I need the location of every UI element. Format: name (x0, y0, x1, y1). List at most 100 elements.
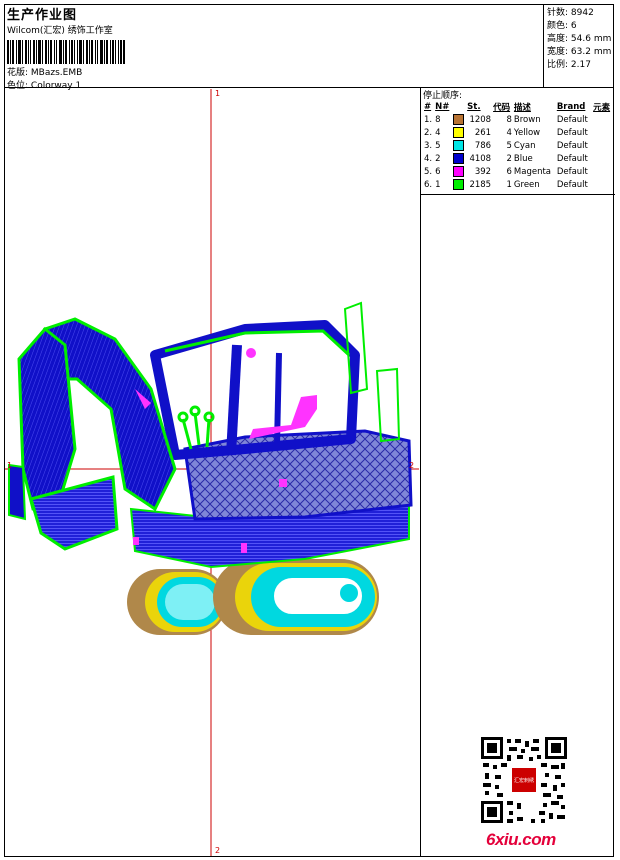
col-header-needle: N# (435, 101, 450, 112)
color-stop-table: # N# St. 代码 描述 Brand 元素 1. 8 1208 8 Brown Def… (423, 100, 613, 191)
site-watermark: 6xiu.com (486, 830, 556, 849)
stat-label: 颜色: (547, 21, 569, 31)
row-needle: 8 (435, 114, 441, 125)
row-description: Blue (513, 153, 533, 164)
stat-value: 8942 (570, 8, 594, 18)
row-code: 6 (506, 166, 512, 177)
row-index: 1. (424, 114, 433, 125)
stat-label: 比例: (547, 60, 569, 70)
design-value: MBazs.EMB (30, 68, 83, 78)
stat-width: 宽度: 63.2 mm (547, 44, 611, 57)
row-stitches: 786 (474, 140, 492, 151)
color-swatch (452, 114, 464, 125)
design-stats: 针数: 8942 颜色: 6 高度: 54.6 mm 宽度: 63.2 mm 比… (544, 4, 614, 88)
stat-stitches: 针数: 8942 (547, 5, 594, 18)
stat-colors: 颜色: 6 (547, 18, 577, 31)
excavator-design-preview (5, 89, 419, 856)
engine-panel-outline (375, 367, 401, 443)
stat-label: 高度: (547, 34, 569, 44)
color-swatch (452, 153, 464, 164)
cab-pillar (226, 344, 242, 456)
color-swatch (452, 179, 464, 190)
guide-label-bottom: 2 (215, 846, 221, 855)
row-index: 6. (424, 179, 433, 190)
col-header-code: 代码 (493, 102, 511, 113)
row-needle: 1 (435, 179, 441, 190)
row-element (592, 152, 613, 165)
row-code: 5 (506, 140, 512, 151)
track-right (213, 559, 379, 635)
row-element (592, 113, 613, 126)
guide-label-top: 1 (215, 89, 221, 98)
col-header-stitches: St. (467, 101, 481, 112)
row-description: Magenta (513, 166, 552, 177)
row-swatch (452, 178, 466, 191)
table-row: 1. 8 1208 8 Brown Default (423, 113, 613, 126)
cab-light (246, 348, 256, 358)
operator-seat (249, 395, 317, 439)
body-marker (241, 543, 247, 553)
row-stitches: 261 (474, 127, 492, 138)
row-code: 8 (506, 114, 512, 125)
col-header-index: # (424, 101, 432, 112)
row-swatch (452, 165, 466, 178)
col-header-element: 元素 (593, 102, 611, 113)
header-info: 生产作业图 Wilcom(汇宏) 绣饰工作室 花版: MBazs.EMB 色位:… (4, 4, 544, 91)
guide-label-right: 2 (409, 461, 415, 470)
row-swatch (452, 126, 466, 139)
row-needle: 4 (435, 127, 441, 138)
row-stitches: 1208 (469, 114, 492, 125)
row-needle: 6 (435, 166, 441, 177)
stat-value: 6 (570, 21, 577, 31)
color-swatch (452, 166, 464, 177)
guide-label-left: 1 (7, 461, 13, 470)
row-code: 1 (506, 179, 512, 190)
row-description: Yellow (513, 127, 541, 138)
row-index: 3. (424, 140, 433, 151)
row-index: 5. (424, 166, 433, 177)
design-label: 花版: (7, 68, 29, 78)
stat-scale: 比例: 2.17 (547, 57, 591, 70)
row-element (592, 178, 613, 191)
row-element (592, 165, 613, 178)
studio-name: Wilcom(汇宏) 绣饰工作室 (7, 26, 113, 36)
stat-value: 63.2 mm (570, 47, 612, 57)
col-header-brand: Brand (556, 101, 586, 112)
table-row: 2. 4 261 4 Yellow Default (423, 126, 613, 139)
barcode-icon (7, 40, 125, 64)
row-element (592, 139, 613, 152)
col-header-swatch (452, 100, 466, 113)
row-needle: 2 (435, 153, 441, 164)
row-description: Green (513, 179, 540, 190)
row-description: Brown (513, 114, 541, 125)
row-stitches: 4108 (469, 153, 492, 164)
row-brand: Default (556, 114, 588, 125)
stat-label: 针数: (547, 8, 569, 18)
embroidery-canvas: 1 2 1 2 (5, 89, 419, 856)
bucket-teeth (8, 463, 27, 521)
row-index: 2. (424, 127, 433, 138)
row-brand: Default (556, 179, 588, 190)
table-row: 3. 5 786 5 Cyan Default (423, 139, 613, 152)
body-marker (279, 479, 287, 487)
row-description: Cyan (513, 140, 536, 151)
production-sheet: 生产作业图 Wilcom(汇宏) 绣饰工作室 花版: MBazs.EMB 色位:… (0, 0, 620, 860)
table-header-row: # N# St. 代码 描述 Brand 元素 (423, 100, 613, 113)
row-brand: Default (556, 127, 588, 138)
row-code: 4 (506, 127, 512, 138)
row-brand: Default (556, 166, 588, 177)
col-header-description: 描述 (513, 102, 531, 113)
color-swatch (452, 127, 464, 138)
stat-label: 宽度: (547, 47, 569, 57)
body-marker (133, 537, 139, 545)
color-swatch (452, 140, 464, 151)
studio-seal: 汇宏刺绣 (512, 768, 536, 792)
table-row: 4. 2 4108 2 Blue Default (423, 152, 613, 165)
row-brand: Default (556, 153, 588, 164)
table-divider (421, 194, 615, 195)
dipper-arm (17, 326, 77, 511)
row-brand: Default (556, 140, 588, 151)
control-levers (177, 405, 215, 450)
row-swatch (452, 139, 466, 152)
row-code: 2 (506, 153, 512, 164)
